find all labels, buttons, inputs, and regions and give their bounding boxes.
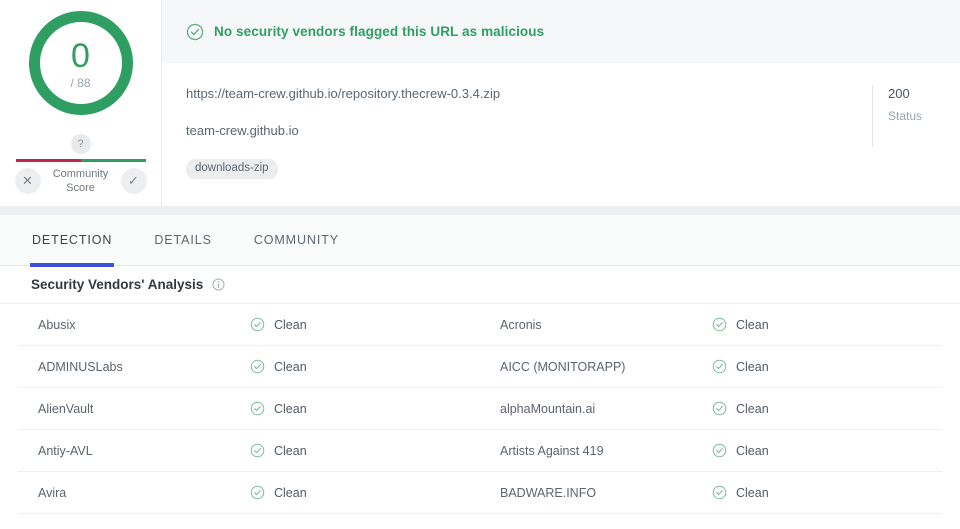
clean-check-icon — [712, 443, 727, 458]
vendor-verdict: Clean — [736, 317, 769, 332]
vendor-result: Clean — [712, 317, 942, 332]
vendor-verdict: Clean — [274, 359, 307, 374]
clean-check-icon — [250, 317, 265, 332]
analysis-title: Security Vendors' Analysis — [31, 277, 204, 292]
vendor-cell-left: Abusix Clean — [18, 304, 480, 345]
tab-detection[interactable]: DETECTION — [29, 215, 115, 267]
detection-score-value: 0 — [71, 36, 90, 75]
verdict-banner: No security vendors flagged this URL as … — [162, 0, 960, 63]
community-score-label-line1: Community — [52, 168, 109, 180]
vendor-verdict: Clean — [274, 401, 307, 416]
vendor-verdict: Clean — [736, 485, 769, 500]
vendor-result: Clean — [250, 485, 480, 500]
vendor-cell-right: Acronis Clean — [480, 304, 942, 345]
vendor-cell-right: BADWARE.INFO Clean — [480, 472, 942, 513]
detection-score-total: / 88 — [70, 75, 91, 90]
check-icon[interactable]: ✓ — [120, 168, 147, 194]
detection-score-donut: 0 / 88 — [28, 11, 133, 115]
vendor-cell-left: AlienVault Clean — [18, 388, 480, 429]
card-separator — [0, 206, 960, 215]
vendor-result: Clean — [712, 401, 942, 416]
clean-check-icon — [712, 401, 727, 416]
detection-card: DETECTION DETAILS COMMUNITY Security Ven… — [0, 215, 960, 529]
vendor-cell-left: ADMINUSLabs Clean — [18, 346, 480, 387]
tag-row: downloads-zip — [186, 158, 872, 179]
vendor-cell-right: AICC (MONITORAPP) Clean — [480, 346, 942, 387]
url-metadata-main: https://team-crew.github.io/repository.t… — [162, 85, 872, 179]
clean-check-icon — [250, 443, 265, 458]
vendor-name: alphaMountain.ai — [500, 401, 596, 416]
report-host[interactable]: team-crew.github.io — [186, 122, 872, 140]
vendor-name: Avira — [38, 485, 67, 500]
vendor-result: Clean — [250, 359, 480, 374]
community-score-widget: ? ✕ Community Score ✓ — [0, 134, 162, 196]
table-row: ADMINUSLabs Clean AICC (MONITORAPP) Clea… — [18, 346, 942, 388]
analysis-header: Security Vendors' Analysis — [0, 266, 960, 304]
vendor-name: Antiy-AVL — [38, 443, 93, 458]
tab-details[interactable]: DETAILS — [154, 215, 211, 266]
question-mark-icon: ? — [70, 134, 91, 154]
vendor-result: Clean — [712, 485, 942, 500]
tab-community[interactable]: COMMUNITY — [254, 215, 339, 266]
table-row: Antiy-AVL Clean Artists Against 419 Clea… — [18, 430, 942, 472]
status-label: Status — [888, 109, 923, 123]
table-row: Avira Clean BADWARE.INFO Clean — [18, 472, 942, 514]
vendor-result: Clean — [250, 317, 480, 332]
vendor-cell-left: Antiy-AVL Clean — [18, 430, 480, 471]
vendor-verdict: Clean — [736, 359, 769, 374]
vendor-name: Acronis — [500, 317, 542, 332]
info-panel: No security vendors flagged this URL as … — [162, 0, 960, 206]
tag-downloads-zip[interactable]: downloads-zip — [186, 159, 278, 179]
vendor-verdict: Clean — [736, 443, 769, 458]
verdict-text: No security vendors flagged this URL as … — [214, 24, 545, 39]
virustotal-url-report: 0 / 88 ? ✕ Community Score ✓ No security… — [0, 0, 960, 529]
vendor-analysis-table: Abusix Clean Acronis Clean ADMINUSLabs C… — [0, 304, 960, 514]
vendor-name: AICC (MONITORAPP) — [500, 359, 626, 374]
url-metadata-row: https://team-crew.github.io/repository.t… — [162, 63, 960, 206]
info-icon[interactable] — [212, 278, 225, 291]
vendor-verdict: Clean — [274, 485, 307, 500]
clean-check-icon — [712, 317, 727, 332]
vendor-verdict: Clean — [274, 443, 307, 458]
donut-inner: 0 / 88 — [29, 11, 133, 115]
vendor-verdict: Clean — [736, 401, 769, 416]
table-row: Abusix Clean Acronis Clean — [18, 304, 942, 346]
status-code: 200 — [888, 86, 910, 101]
community-bar-positive — [80, 159, 146, 162]
vendor-cell-right: alphaMountain.ai Clean — [480, 388, 942, 429]
community-score-label-line2: Score — [66, 182, 95, 194]
vendor-name: ADMINUSLabs — [38, 359, 123, 374]
clean-check-icon — [250, 401, 265, 416]
vendor-cell-left: Avira Clean — [18, 472, 480, 513]
status-block: 200 Status — [872, 85, 942, 147]
vendor-name: Abusix — [38, 317, 76, 332]
vendor-result: Clean — [712, 443, 942, 458]
vendor-result: Clean — [712, 359, 942, 374]
clean-check-icon — [712, 359, 727, 374]
clean-check-icon — [250, 359, 265, 374]
report-summary-card: 0 / 88 ? ✕ Community Score ✓ No security… — [0, 0, 960, 206]
score-panel: 0 / 88 ? ✕ Community Score ✓ — [0, 0, 162, 206]
clean-check-icon — [712, 485, 727, 500]
vendor-name: Artists Against 419 — [500, 443, 604, 458]
vendor-name: AlienVault — [38, 401, 94, 416]
tab-bar: DETECTION DETAILS COMMUNITY — [0, 215, 960, 267]
table-row: AlienVault Clean alphaMountain.ai Clean — [18, 388, 942, 430]
vendor-name: BADWARE.INFO — [500, 485, 597, 500]
vendor-verdict: Clean — [274, 317, 307, 332]
vendor-result: Clean — [250, 401, 480, 416]
report-url[interactable]: https://team-crew.github.io/repository.t… — [186, 85, 872, 103]
check-circle-icon — [186, 23, 204, 40]
community-bar-negative — [15, 159, 81, 162]
vendor-result: Clean — [250, 443, 480, 458]
community-score-bar — [15, 159, 146, 162]
vendor-cell-right: Artists Against 419 Clean — [480, 430, 942, 471]
clean-check-icon — [250, 485, 265, 500]
